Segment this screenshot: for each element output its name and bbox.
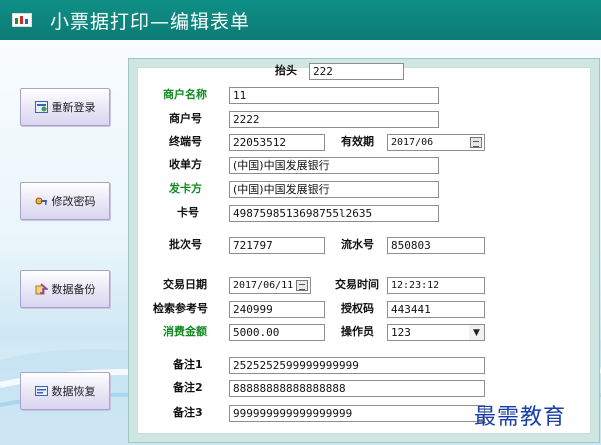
note2-input[interactable]: 88888888888888888 [229, 380, 485, 397]
operator-label: 操作员 [341, 325, 374, 338]
note3-label: 备注3 [173, 406, 203, 419]
restore-icon [34, 385, 48, 397]
note2-label: 备注2 [173, 381, 203, 394]
merchant-no-label: 商户号 [169, 112, 202, 125]
relogin-label: 重新登录 [51, 101, 96, 114]
ref-no-label: 检索参考号 [153, 302, 208, 315]
chevron-down-icon[interactable]: ▼ [469, 325, 484, 340]
ref-no-input[interactable]: 240999 [229, 301, 325, 318]
terminal-no-label: 终端号 [169, 135, 202, 148]
watermark-text: 最需教育 [474, 405, 567, 430]
data-restore-label: 数据恢复 [51, 385, 96, 398]
card-no-input[interactable]: 4987598513698755l2635 [229, 205, 439, 222]
issuer-label: 发卡方 [169, 182, 202, 195]
terminal-no-input[interactable]: 22053512 [229, 134, 325, 151]
amount-label: 消费金额 [163, 325, 207, 338]
trade-date-label: 交易日期 [163, 278, 207, 291]
data-backup-button[interactable]: 数据备份 [20, 270, 110, 308]
amount-input[interactable]: 5000.00 [229, 324, 325, 341]
backup-icon [35, 283, 49, 295]
trade-date-calendar-icon[interactable] [296, 280, 308, 291]
acquirer-input[interactable]: (中国)中国发展银行 [229, 157, 439, 174]
data-restore-button[interactable]: 数据恢复 [20, 372, 110, 410]
auth-code-input[interactable]: 443441 [387, 301, 485, 318]
relogin-icon [34, 101, 48, 113]
note1-label: 备注1 [173, 358, 203, 371]
batch-no-input[interactable]: 721797 [229, 237, 325, 254]
auth-code-label: 授权码 [341, 302, 374, 315]
merchant-name-input[interactable]: 11 [229, 87, 439, 104]
serial-no-input[interactable]: 850803 [387, 237, 485, 254]
card-no-label: 卡号 [177, 206, 199, 219]
expiry-calendar-icon[interactable] [470, 137, 482, 148]
change-password-button[interactable]: 修改密码 [20, 182, 110, 220]
data-backup-label: 数据备份 [51, 283, 96, 296]
title-bar: 小票据打印—编辑表单 [0, 0, 601, 40]
key-icon [35, 195, 48, 207]
relogin-button[interactable]: 重新登录 [20, 88, 110, 126]
serial-no-label: 流水号 [341, 238, 374, 251]
expiry-label: 有效期 [341, 135, 374, 148]
merchant-no-input[interactable]: 2222 [229, 111, 439, 128]
merchant-name-label: 商户名称 [163, 88, 207, 101]
acquirer-label: 收单方 [169, 158, 202, 171]
note3-input[interactable]: 999999999999999999 [229, 405, 485, 422]
trade-time-label: 交易时间 [335, 278, 379, 291]
change-password-label: 修改密码 [51, 195, 96, 208]
window-icon [12, 13, 32, 27]
header-label: 抬头 [275, 64, 297, 77]
note1-input[interactable]: 2525252599999999999 [229, 357, 485, 374]
form-panel: 抬头 222 商户名称 11 商户号 2222 终端号 22053512 有效期… [128, 58, 600, 443]
batch-no-label: 批次号 [169, 238, 202, 251]
issuer-input[interactable]: (中国)中国发展银行 [229, 181, 439, 198]
window-title: 小票据打印—编辑表单 [50, 10, 251, 33]
header-input[interactable]: 222 [309, 63, 404, 80]
trade-time-input[interactable]: 12:23:12 [387, 277, 485, 294]
